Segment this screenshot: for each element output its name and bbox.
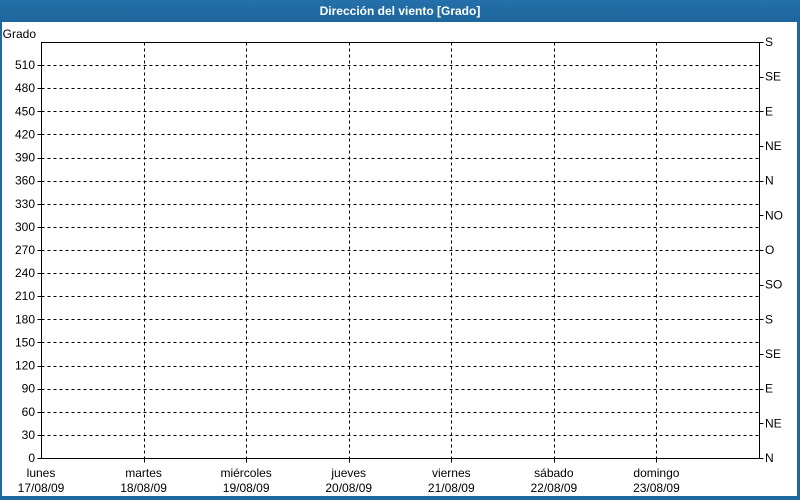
y-tick-label: 150 xyxy=(15,335,35,349)
y-tick-label: 0 xyxy=(28,451,35,465)
day-name-label: jueves xyxy=(330,466,366,480)
y2-tick-label: SE xyxy=(765,347,781,361)
y-tick-label: 360 xyxy=(15,174,35,188)
y2-tick-label: N xyxy=(765,451,774,465)
day-date-label: 18/08/09 xyxy=(120,481,167,495)
y-tick-label: 270 xyxy=(15,243,35,257)
y-tick-label: 90 xyxy=(22,382,36,396)
day-date-label: 23/08/09 xyxy=(633,481,680,495)
y-tick-label: 420 xyxy=(15,127,35,141)
chart-canvas: 5104804504203903603303002702402101801501… xyxy=(0,0,800,500)
day-name-label: miércoles xyxy=(220,466,271,480)
y-tick-label: 330 xyxy=(15,197,35,211)
y-tick-label: 480 xyxy=(15,81,35,95)
y2-tick-label: NE xyxy=(765,416,782,430)
chart-window: Dirección del viento [Grado] 51048045042… xyxy=(0,0,800,500)
day-date-label: 20/08/09 xyxy=(325,481,372,495)
y-tick-label: 510 xyxy=(15,58,35,72)
day-name-label: domingo xyxy=(633,466,679,480)
y2-tick-label: SO xyxy=(765,278,782,292)
y-axis-title: Grado xyxy=(3,27,37,41)
day-date-label: 19/08/09 xyxy=(223,481,270,495)
y2-tick-label: S xyxy=(765,312,773,326)
y-tick-label: 30 xyxy=(22,428,36,442)
day-date-label: 21/08/09 xyxy=(428,481,475,495)
day-date-label: 22/08/09 xyxy=(530,481,577,495)
y2-tick-label: S xyxy=(765,35,773,49)
y2-tick-label: E xyxy=(765,104,773,118)
y2-tick-label: O xyxy=(765,243,774,257)
y-tick-label: 300 xyxy=(15,220,35,234)
day-name-label: martes xyxy=(125,466,162,480)
y-tick-label: 120 xyxy=(15,359,35,373)
y2-tick-label: E xyxy=(765,382,773,396)
y2-tick-label: NE xyxy=(765,139,782,153)
y-tick-label: 450 xyxy=(15,104,35,118)
y-tick-label: 390 xyxy=(15,151,35,165)
y-tick-label: 180 xyxy=(15,312,35,326)
day-name-label: viernes xyxy=(432,466,471,480)
plot-border xyxy=(42,43,760,459)
y2-tick-label: N xyxy=(765,174,774,188)
y2-tick-label: SE xyxy=(765,70,781,84)
y-tick-label: 240 xyxy=(15,266,35,280)
day-name-label: sábado xyxy=(534,466,574,480)
y2-tick-label: NO xyxy=(765,208,783,222)
y-tick-label: 210 xyxy=(15,289,35,303)
day-name-label: lunes xyxy=(27,466,56,480)
day-date-label: 17/08/09 xyxy=(18,481,65,495)
y-tick-label: 60 xyxy=(22,405,36,419)
